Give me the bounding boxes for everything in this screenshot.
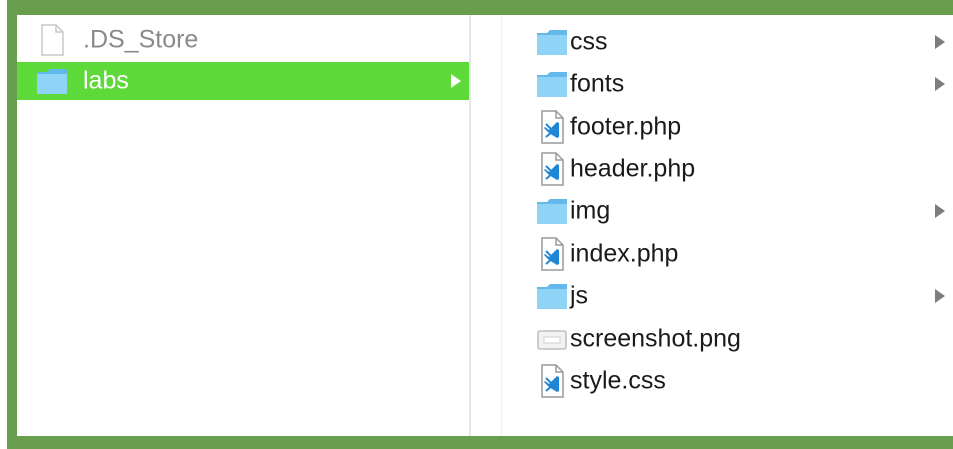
file-item-style-css[interactable]: style.css: [502, 362, 953, 400]
finder-column-view: .DS_Store labs css fonts footer.php head…: [17, 15, 953, 436]
folder-label: labs: [83, 66, 129, 95]
file-label: screenshot.png: [570, 324, 741, 353]
child-column: css fonts footer.php header.php img inde…: [502, 15, 953, 436]
vscode-file-icon: [541, 110, 564, 144]
folder-item-css[interactable]: css: [502, 23, 953, 61]
vscode-file-icon: [541, 152, 564, 186]
folder-item-fonts[interactable]: fonts: [502, 65, 953, 103]
file-label: header.php: [570, 154, 696, 183]
expand-arrow-icon: [451, 74, 461, 88]
folder-item-img[interactable]: img: [502, 192, 953, 230]
expand-arrow-icon: [935, 289, 945, 303]
file-item-header-php[interactable]: header.php: [502, 150, 953, 188]
folder-icon: [537, 199, 567, 224]
folder-label: fonts: [570, 69, 625, 98]
folder-icon: [537, 72, 567, 97]
vscode-file-icon: [541, 237, 564, 271]
folder-label: css: [570, 27, 608, 56]
folder-label: img: [570, 196, 611, 225]
file-item-index-php[interactable]: index.php: [502, 235, 953, 273]
blank-document-icon: [41, 24, 64, 56]
column-divider[interactable]: [469, 15, 471, 436]
folder-item-js[interactable]: js: [502, 277, 953, 315]
image-file-icon: [537, 330, 567, 350]
file-item-ds-store[interactable]: .DS_Store: [17, 21, 469, 59]
folder-icon: [37, 69, 67, 94]
folder-label: js: [570, 281, 589, 310]
folder-item-labs[interactable]: labs: [17, 62, 469, 100]
file-label: .DS_Store: [83, 25, 199, 54]
parent-column: .DS_Store labs: [17, 15, 469, 436]
folder-icon: [537, 30, 567, 55]
expand-arrow-icon: [935, 35, 945, 49]
expand-arrow-icon: [935, 204, 945, 218]
file-item-screenshot-png[interactable]: screenshot.png: [502, 320, 953, 358]
folder-icon: [537, 284, 567, 309]
vscode-file-icon: [541, 364, 564, 398]
file-label: style.css: [570, 366, 666, 395]
file-item-footer-php[interactable]: footer.php: [502, 108, 953, 146]
expand-arrow-icon: [935, 77, 945, 91]
file-label: footer.php: [570, 112, 682, 141]
file-label: index.php: [570, 239, 679, 268]
